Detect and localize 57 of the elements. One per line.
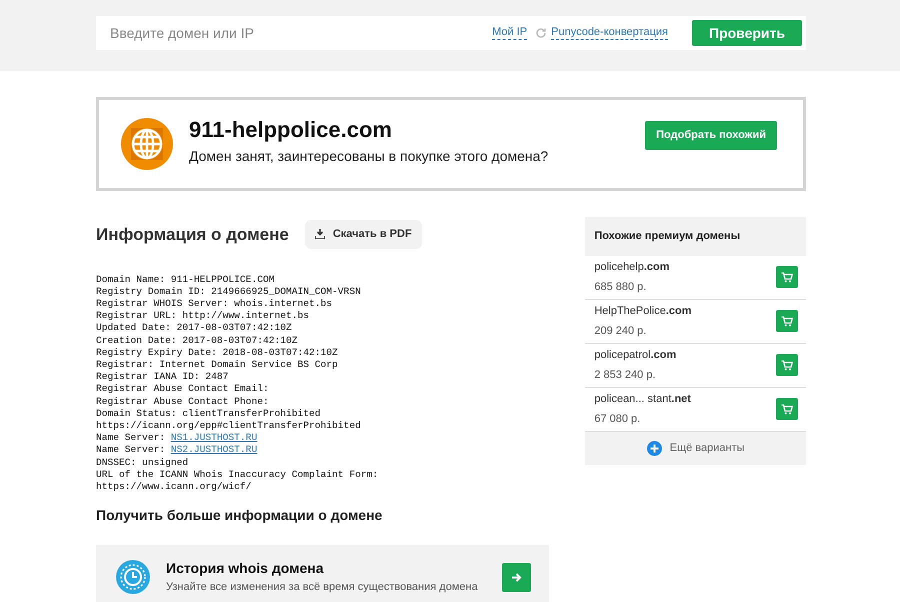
section-title: Информация о домене [96,224,289,246]
name-server-link[interactable]: NS2.JUSTHOST.RU [170,444,258,456]
whois-line: Name Server: [96,432,166,444]
domain-status-text: Домен занят, заинтересованы в покупке этого домена? [189,147,550,166]
domain-price: 67 080 р. [594,412,642,426]
whois-line: Registrar WHOIS Server: whois.internet.bs [96,298,334,310]
punycode-link[interactable]: Punycode-конвертация [551,26,668,40]
section-title: Получить больше информации о домене [96,506,384,526]
globe-icon [121,118,173,170]
cart-button[interactable] [776,266,798,288]
whois-line: Registrar URL: http://www.internet.bs [96,310,310,322]
cart-icon [781,316,793,326]
whois-line: Registrar Abuse Contact Email: [96,383,270,396]
more-options-button[interactable]: Ещё варианты [585,432,806,464]
domain-price: 2 853 240 р. [594,368,656,382]
whois-line: Domain Name: 911-HELPPOLICE.COM [96,274,276,286]
domain-name: HelpThePolice.com [594,304,693,319]
domain-title: 911-helppolice.com [189,118,393,142]
whois-line: Registrar: Internet Domain Service BS Corp [96,358,339,372]
whois-line: Name Server: [96,444,166,456]
domain-price: 209 240 р. [594,324,648,338]
whois-line: Registry Domain ID: 2149666925_DOMAIN_COM-VRSN [96,286,362,298]
clock-icon [116,560,150,594]
domain-name: policepatrol.com [594,348,678,363]
card-title: История whois домена [166,559,325,578]
search-field[interactable]: Введите домен или IP Мой IP Punycode-конвертация Проверить [96,16,806,50]
whois-line: https://www.icann.org/wicf/ [96,480,252,494]
refresh-icon [535,27,548,39]
check-button[interactable]: Проверить [692,20,802,46]
arrow-right-icon [511,572,522,583]
name-server-link[interactable]: NS1.JUSTHOST.RU [170,432,258,444]
whois-line: https://icann.org/epp#clientTransferProhibited [96,420,362,432]
whois-line: Registrar Abuse Contact Phone: [96,396,270,408]
whois-line: Registrar IANA ID: 2487 [96,371,230,384]
cart-button[interactable] [776,310,798,332]
domain-name: policehelp.com [594,260,671,275]
my-ip-link[interactable]: Мой IP [492,26,528,40]
download-icon [314,229,325,240]
whois-line: Registry Expiry Date: 2018-08-03T07:42:10Z [96,346,339,359]
whois-line: Domain Status: clientTransferProhibited [96,408,322,420]
whois-line: URL of the ICANN Whois Inaccuracy Complaint Form: [96,468,380,481]
card-description: Узнайте все изменения за всё время существования домена [166,580,479,596]
download-pdf-button[interactable]: Скачать в PDF [304,220,422,248]
arrow-button[interactable] [502,562,532,592]
cart-button[interactable] [776,354,798,376]
cart-icon [781,360,793,370]
domain-price: 685 880 р. [594,280,648,294]
find-similar-button[interactable]: Подобрать похожий [645,121,777,150]
cart-icon [781,272,793,282]
cart-icon [781,404,793,414]
whois-line: DNSSEC: unsigned [96,456,190,469]
whois-line: Creation Date: 2017-08-03T07:42:10Z [96,334,299,347]
panel-title: Похожие премиум домены [585,217,806,256]
cart-button[interactable] [776,398,798,420]
plus-icon [646,440,662,456]
whois-line: Updated Date: 2017-08-03T07:42:10Z [96,322,293,335]
domain-name: policean... stant.net [594,392,692,407]
